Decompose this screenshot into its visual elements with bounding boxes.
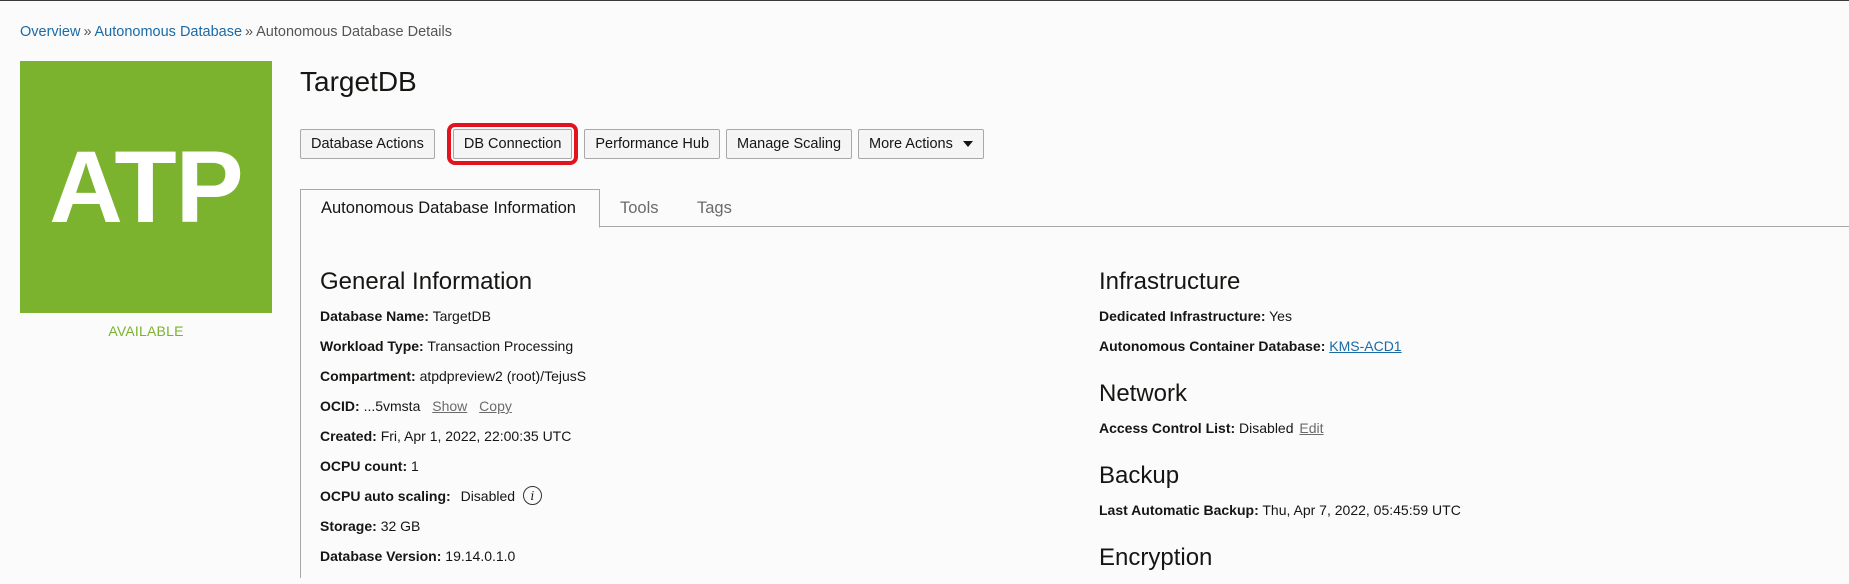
field-label: Storage: [320,518,377,534]
field-value: Fri, Apr 1, 2022, 22:00:35 UTC [380,428,572,444]
database-version-row: Database Version: 19.14.0.1.0 [320,548,586,578]
access-control-list-row: Access Control List: Disabled Edit [1099,420,1461,450]
field-value: Transaction Processing [427,338,574,354]
container-database-link[interactable]: KMS-ACD1 [1329,338,1401,354]
more-actions-label: More Actions [869,136,953,152]
last-backup-row: Last Automatic Backup: Thu, Apr 7, 2022,… [1099,502,1461,532]
field-value: Disabled [460,488,516,505]
ocid-copy-link[interactable]: Copy [479,398,512,414]
field-value: atpdpreview2 (root)/TejusS [419,368,587,384]
field-label: Database Name: [320,308,429,324]
info-icon[interactable]: i [522,486,542,505]
status-label: AVAILABLE [108,323,184,339]
general-information-section: General Information Database Name: Targe… [320,268,586,578]
compartment-row: Compartment: atpdpreview2 (root)/TejusS [320,368,586,398]
acl-edit-link[interactable]: Edit [1299,420,1323,436]
breadcrumb-current: Autonomous Database Details [256,24,452,40]
field-label: Workload Type: [320,338,424,354]
field-value: TargetDB [432,308,491,324]
ocpu-count-row: OCPU count: 1 [320,458,586,488]
field-label: OCPU count: [320,458,408,474]
field-label: Compartment: [320,368,416,384]
caret-down-icon [962,141,973,147]
field-value: ...5vmsta [363,398,421,414]
encryption-heading: Encryption [1099,544,1213,571]
backup-heading: Backup [1099,462,1180,489]
top-border [0,0,1849,1]
breadcrumb-separator: » [83,24,92,40]
action-toolbar: Database Actions DB Connection Performan… [300,123,984,165]
field-label: Access Control List: [1099,420,1236,436]
field-value: 19.14.0.1.0 [445,548,516,564]
infrastructure-heading: Infrastructure [1099,268,1241,295]
tab-autonomous-database-information[interactable]: Autonomous Database Information [300,189,600,228]
section-heading: General Information [320,268,533,295]
field-value: Thu, Apr 7, 2022, 05:45:59 UTC [1262,502,1461,518]
tab-tags[interactable]: Tags [697,189,732,228]
database-name-row: Database Name: TargetDB [320,308,586,338]
created-row: Created: Fri, Apr 1, 2022, 22:00:35 UTC [320,428,586,458]
field-label: Autonomous Container Database: [1099,338,1326,354]
ocid-show-link[interactable]: Show [432,398,467,414]
tab-tools[interactable]: Tools [620,189,659,228]
field-label: Dedicated Infrastructure: [1099,308,1266,324]
breadcrumb: Overview» Autonomous Database» Autonomous … [20,24,452,40]
database-actions-button[interactable]: Database Actions [300,129,435,159]
field-value: Disabled [1239,420,1294,436]
right-column: Infrastructure Dedicated Infrastructure:… [1099,268,1461,584]
performance-hub-button[interactable]: Performance Hub [584,129,721,159]
breadcrumb-overview[interactable]: Overview [20,24,80,40]
field-value: 1 [411,458,419,474]
breadcrumb-autonomous-database[interactable]: Autonomous Database [95,24,243,40]
manage-scaling-button[interactable]: Manage Scaling [726,129,853,159]
storage-row: Storage: 32 GB [320,518,586,548]
more-actions-button[interactable]: More Actions [858,129,984,159]
breadcrumb-separator: » [245,24,254,40]
field-label: Database Version: [320,548,442,564]
db-connection-button[interactable]: DB Connection [446,123,579,165]
atp-logo-tile: ATP [20,61,272,313]
atp-logo-text: ATP [49,130,243,244]
container-database-row: Autonomous Container Database: KMS-ACD1 [1099,338,1461,368]
workload-type-row: Workload Type: Transaction Processing [320,338,586,368]
tab-bar: Autonomous Database Information Tools Ta… [300,189,1849,228]
field-label: Created: [320,428,377,444]
ocpu-auto-scaling-row: OCPU auto scaling: Disabled i [320,486,586,518]
ocid-row: OCID: ...5vmsta Show Copy [320,398,586,428]
page-title: TargetDB [300,66,417,97]
dedicated-infrastructure-row: Dedicated Infrastructure: Yes [1099,308,1461,338]
field-label: Last Automatic Backup: [1099,502,1259,518]
field-value: 32 GB [380,518,421,534]
field-label: OCID: [320,398,360,414]
field-value: Yes [1269,308,1292,324]
field-label: OCPU auto scaling: [320,488,451,505]
network-heading: Network [1099,380,1188,407]
